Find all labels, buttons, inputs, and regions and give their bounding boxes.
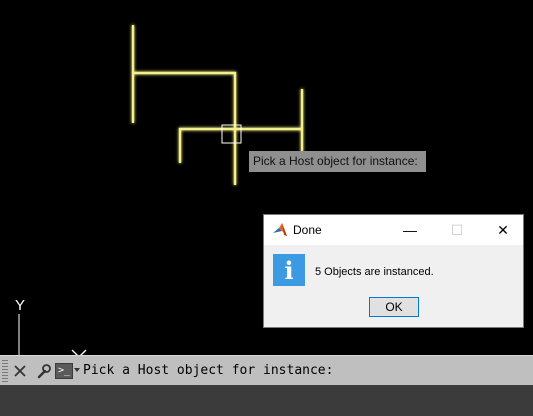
minimize-button[interactable]: —: [387, 215, 433, 245]
dialog-message: 5 Objects are instanced.: [315, 266, 434, 278]
dialog-titlebar[interactable]: Done — ☐ ✕: [264, 215, 523, 245]
ucs-y-label: Y: [15, 297, 25, 314]
chevron-down-icon[interactable]: [74, 368, 80, 372]
close-button[interactable]: ✕: [480, 215, 526, 245]
command-prompt-icon[interactable]: >_: [55, 363, 73, 379]
status-bar: [0, 385, 533, 416]
dialog-title: Done: [293, 223, 322, 237]
close-icon[interactable]: [10, 361, 30, 381]
done-dialog: Done — ☐ ✕ i 5 Objects are instanced. OK: [263, 214, 524, 328]
pick-box-cursor: [221, 124, 242, 144]
command-tooltip: Pick a Host object for instance:: [249, 151, 426, 172]
info-icon: i: [273, 254, 305, 286]
command-line-bar: >_ Pick a Host object for instance:: [0, 355, 533, 385]
matlab-icon: [273, 223, 287, 236]
wrench-icon[interactable]: [33, 361, 53, 381]
maximize-button[interactable]: ☐: [434, 215, 480, 245]
command-input[interactable]: Pick a Host object for instance:: [83, 356, 333, 385]
grip-handle[interactable]: [2, 360, 8, 382]
ok-button[interactable]: OK: [369, 297, 419, 317]
